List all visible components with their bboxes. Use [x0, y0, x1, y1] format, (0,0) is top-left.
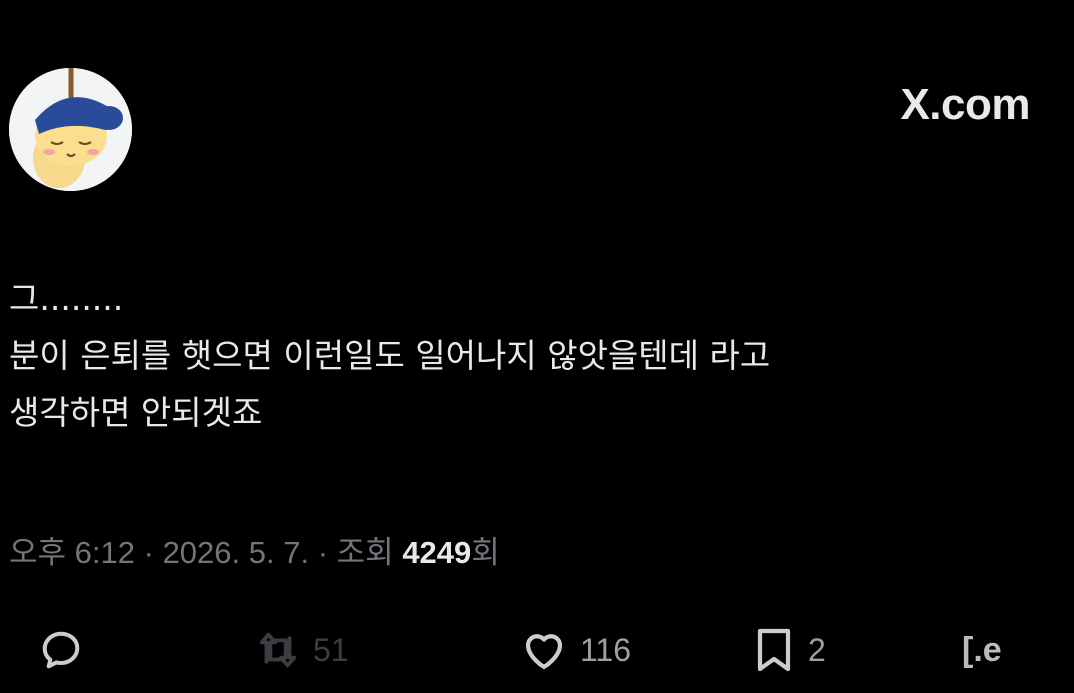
tweet-line: 분이 은퇴를 햇으면 이런일도 일어나지 않앗을텐데 라고	[9, 336, 771, 375]
share-button[interactable]: [.e	[962, 622, 1002, 678]
views-label: 조회	[336, 535, 394, 570]
bookmark-icon	[757, 628, 791, 672]
retweet-icon	[259, 632, 297, 668]
action-bar: 51 116 2 [.e	[0, 622, 1074, 682]
site-label: X.com	[900, 80, 1030, 129]
like-count: 116	[580, 631, 632, 668]
like-button[interactable]: 116	[520, 622, 631, 678]
reply-icon	[42, 631, 80, 669]
post-date[interactable]: 2026. 5. 7.	[163, 535, 310, 570]
tweet-line: 그........	[9, 279, 124, 318]
retweet-count: 51	[313, 631, 349, 668]
avatar-character-image	[9, 68, 132, 191]
views-count: 4249	[402, 535, 472, 570]
tweet-text: 그........ 분이 은퇴를 햇으면 이런일도 일어나지 않앗을텐데 라고 …	[9, 270, 1059, 441]
post-time[interactable]: 오후 6:12	[9, 535, 135, 570]
avatar[interactable]	[9, 68, 132, 191]
bookmark-button[interactable]: 2	[752, 622, 826, 678]
heart-icon	[525, 634, 563, 670]
bookmark-count: 2	[808, 631, 826, 668]
reply-button[interactable]	[38, 622, 84, 678]
views-suffix: 회	[471, 535, 500, 570]
meta-separator: ·	[309, 535, 337, 570]
share-icon: [.e	[962, 630, 1002, 669]
meta-separator: ·	[135, 535, 163, 570]
retweet-button[interactable]: 51	[255, 622, 349, 678]
tweet-meta: 오후 6:12 · 2026. 5. 7. · 조회 4249회	[9, 527, 500, 572]
tweet-line: 생각하면 안되겟죠	[9, 393, 263, 432]
